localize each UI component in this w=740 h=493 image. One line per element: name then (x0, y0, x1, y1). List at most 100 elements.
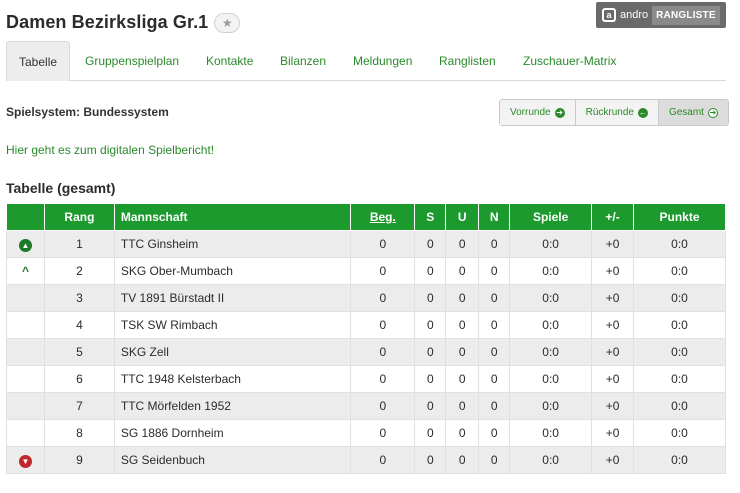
table-title: Tabelle (gesamt) (6, 180, 116, 196)
matches-cell[interactable]: 0:0 (509, 284, 593, 312)
team-link[interactable]: TTC Ginsheim (113, 230, 352, 258)
round-switcher: Vorrunde ➔ Rückrunde ← Gesamt ➔ (499, 99, 729, 126)
row-status-cell (6, 365, 45, 393)
games-played-cell: 0 (350, 230, 416, 258)
team-link[interactable]: TSK SW Rimbach (113, 311, 352, 339)
diff-cell: +0 (591, 419, 635, 447)
points-cell: 0:0 (633, 392, 726, 420)
games-played-cell: 0 (350, 365, 416, 393)
matches-cell[interactable]: 0:0 (509, 419, 593, 447)
tab-bilanzen[interactable]: Bilanzen (280, 41, 326, 81)
matches-cell[interactable]: 0:0 (509, 338, 593, 366)
wins-cell: 0 (414, 338, 447, 366)
col-header-beg[interactable]: Beg. (350, 203, 416, 231)
matches-cell[interactable]: 0:0 (509, 230, 593, 258)
wins-cell: 0 (414, 257, 447, 285)
rueckrunde-button[interactable]: Rückrunde ← (575, 100, 659, 125)
tab-kontakte[interactable]: Kontakte (206, 41, 253, 81)
matches-cell[interactable]: 0:0 (509, 311, 593, 339)
team-link[interactable]: TTC Mörfelden 1952 (113, 392, 352, 420)
spielsystem-label: Spielsystem: Bundessystem (6, 105, 169, 119)
col-header-spiele: Spiele (509, 203, 593, 231)
table-row: ▼ 9 SG Seidenbuch 0 0 0 0 0:0 +0 0:0 (6, 446, 726, 474)
table-row: ^ 2 SKG Ober-Mumbach 0 0 0 0 0:0 +0 0:0 (6, 257, 726, 285)
diff-cell: +0 (591, 392, 635, 420)
team-link[interactable]: SG 1886 Dornheim (113, 419, 352, 447)
rank-cell: 1 (43, 230, 115, 258)
diff-cell: +0 (591, 257, 635, 285)
arrow-right-circle-icon: ➔ (554, 107, 565, 118)
matches-cell[interactable]: 0:0 (509, 257, 593, 285)
losses-cell: 0 (478, 230, 511, 258)
team-link[interactable]: TTC 1948 Kelsterbach (113, 365, 352, 393)
matches-cell[interactable]: 0:0 (509, 365, 593, 393)
tab-zuschauer-matrix[interactable]: Zuschauer-Matrix (523, 41, 616, 81)
diff-cell: +0 (591, 284, 635, 312)
star-icon: ★ (221, 16, 233, 30)
row-status-cell: ^ (6, 257, 45, 285)
losses-cell: 0 (478, 419, 511, 447)
games-played-cell: 0 (350, 419, 416, 447)
gesamt-button[interactable]: Gesamt ➔ (658, 100, 728, 125)
andro-rangliste-banner[interactable]: a andro RANGLISTE (596, 2, 726, 28)
rueckrunde-label: Rückrunde (585, 107, 634, 118)
standings-table: Rang Mannschaft Beg. S U N Spiele +/- Pu… (6, 203, 726, 474)
wins-cell: 0 (414, 284, 447, 312)
points-cell: 0:0 (633, 230, 726, 258)
rank-cell: 9 (43, 446, 115, 474)
tab-ranglisten[interactable]: Ranglisten (439, 41, 496, 81)
tab-bar: Tabelle Gruppenspielplan Kontakte Bilanz… (6, 41, 726, 81)
tab-tabelle[interactable]: Tabelle (6, 41, 71, 81)
team-link[interactable]: TV 1891 Bürstadt II (113, 284, 352, 312)
rank-cell: 2 (43, 257, 115, 285)
points-cell: 0:0 (633, 365, 726, 393)
team-link[interactable]: SG Seidenbuch (113, 446, 352, 474)
col-header-u: U (445, 203, 480, 231)
matches-cell[interactable]: 0:0 (509, 446, 593, 474)
page-title: Damen Bezirksliga Gr.1 (6, 11, 209, 32)
draws-cell: 0 (445, 419, 480, 447)
tab-meldungen[interactable]: Meldungen (353, 41, 412, 81)
col-header-mannschaft: Mannschaft (113, 203, 352, 231)
andro-brand-text: andro (620, 9, 649, 21)
wins-cell: 0 (414, 230, 447, 258)
draws-cell: 0 (445, 338, 480, 366)
rank-cell: 7 (43, 392, 115, 420)
team-link[interactable]: SKG Zell (113, 338, 352, 366)
vorrunde-label: Vorrunde (510, 107, 551, 118)
rank-cell: 4 (43, 311, 115, 339)
matches-cell[interactable]: 0:0 (509, 392, 593, 420)
wins-cell: 0 (414, 446, 447, 474)
team-link[interactable]: SKG Ober-Mumbach (113, 257, 352, 285)
draws-cell: 0 (445, 284, 480, 312)
diff-cell: +0 (591, 446, 635, 474)
wins-cell: 0 (414, 365, 447, 393)
col-header-rang: Rang (43, 203, 115, 231)
table-row: 3 TV 1891 Bürstadt II 0 0 0 0 0:0 +0 0:0 (6, 284, 726, 312)
col-header-s: S (414, 203, 447, 231)
digital-report-link[interactable]: Hier geht es zum digitalen Spielbericht! (6, 143, 214, 157)
points-cell: 0:0 (633, 284, 726, 312)
points-cell: 0:0 (633, 311, 726, 339)
col-header-n: N (478, 203, 511, 231)
losses-cell: 0 (478, 257, 511, 285)
vorrunde-button[interactable]: Vorrunde ➔ (500, 100, 576, 125)
rank-cell: 8 (43, 419, 115, 447)
row-status-cell: ▼ (6, 446, 45, 474)
tab-gruppenspielplan[interactable]: Gruppenspielplan (85, 41, 179, 81)
rank-cell: 3 (43, 284, 115, 312)
games-played-cell: 0 (350, 284, 416, 312)
games-played-cell: 0 (350, 257, 416, 285)
beg-abbr: Beg. (369, 210, 396, 224)
row-status-cell (6, 311, 45, 339)
draws-cell: 0 (445, 365, 480, 393)
table-row: ▲ 1 TTC Ginsheim 0 0 0 0 0:0 +0 0:0 (6, 230, 726, 258)
arrow-left-circle-icon: ← (637, 107, 648, 118)
table-row: 5 SKG Zell 0 0 0 0 0:0 +0 0:0 (6, 338, 726, 366)
favorite-button[interactable]: ★ (214, 13, 241, 33)
diff-cell: +0 (591, 311, 635, 339)
rank-cell: 6 (43, 365, 115, 393)
col-header-diff: +/- (591, 203, 635, 231)
wins-cell: 0 (414, 311, 447, 339)
promotion-icon: ▲ (18, 238, 32, 252)
